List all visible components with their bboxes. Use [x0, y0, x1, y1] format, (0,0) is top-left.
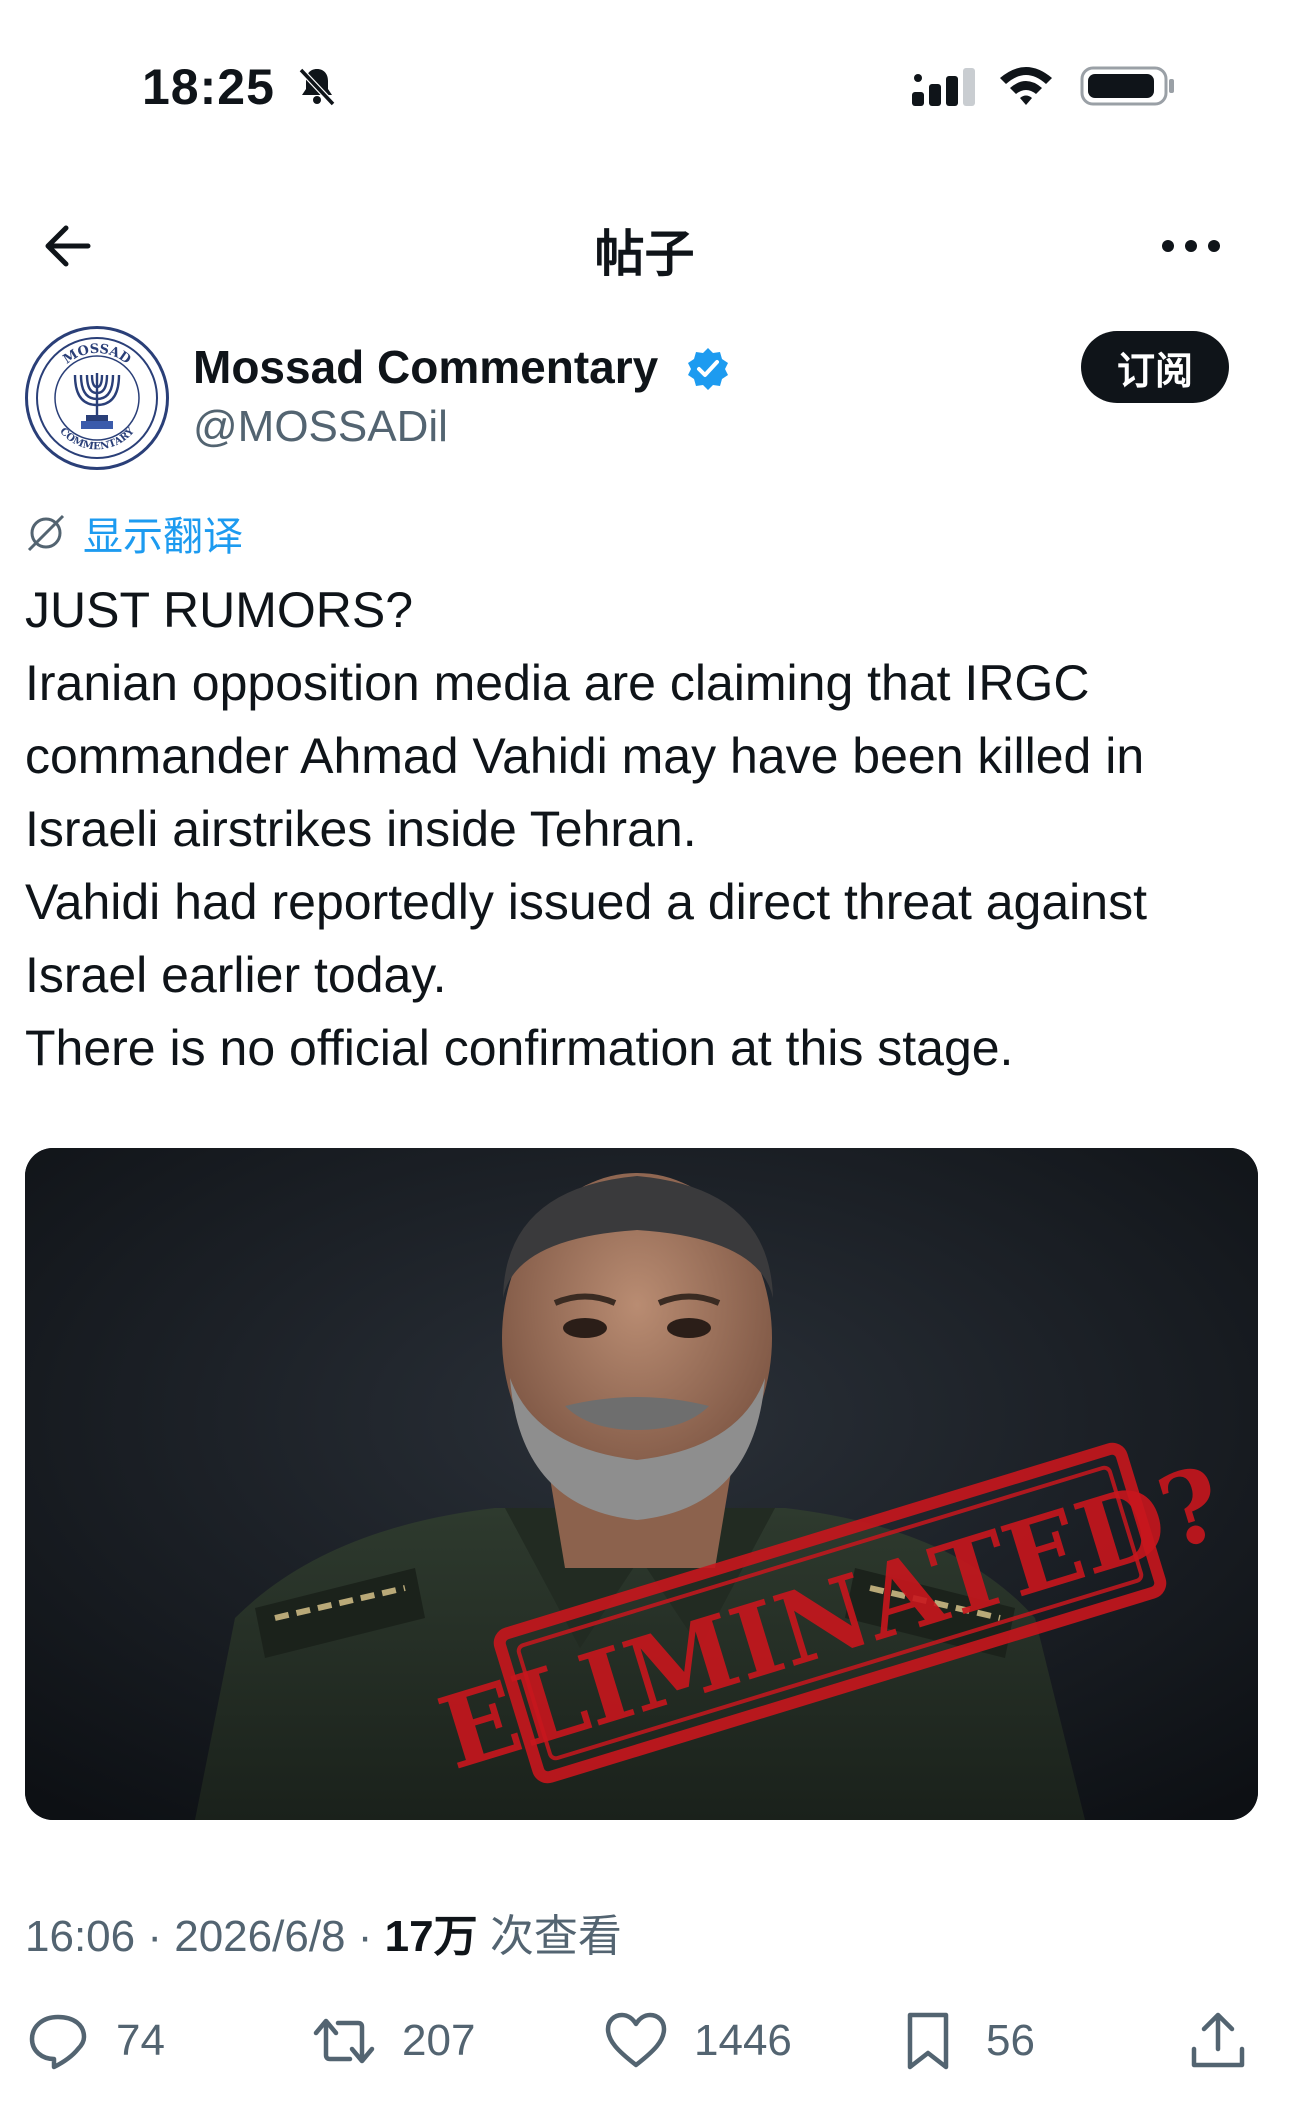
author-display-name[interactable]: Mossad Commentary: [193, 340, 658, 394]
views-label: 次查看: [489, 1912, 622, 1961]
reply-icon: [29, 2014, 87, 2070]
status-bar: 18:25: [0, 0, 1289, 170]
post-line: JUST RUMORS?: [25, 582, 414, 638]
reply-button[interactable]: 74: [26, 2006, 165, 2076]
bookmark-count: 56: [986, 2016, 1035, 2065]
repost-icon: [313, 2018, 375, 2064]
meta-separator: ·: [357, 1912, 373, 1961]
post-text: JUST RUMORS? Iranian opposition media ar…: [25, 574, 1270, 1085]
portrait-photo: ELIMINATED?: [25, 1148, 1258, 1820]
post-meta: 16:06 · 2026/6/8 · 17万 次查看: [25, 1900, 622, 1964]
page-title: 帖子: [594, 226, 695, 282]
post-line: Israeli airstrikes inside Tehran.: [25, 801, 697, 857]
cellular-signal-icon: [912, 68, 975, 106]
like-button[interactable]: 1446: [604, 2006, 792, 2076]
post-line: Iranian opposition media are claiming th…: [25, 655, 1090, 711]
author-header: MOSSAD COMMENTARY Mossad Commentary @MOS…: [0, 320, 1289, 470]
like-count: 1446: [694, 2016, 792, 2065]
reply-count: 74: [116, 2016, 165, 2065]
heart-icon: [605, 2012, 667, 2068]
post-line: commander Ahmad Vahidi may have been kil…: [25, 728, 1145, 784]
repost-button[interactable]: 207: [312, 2006, 475, 2076]
bookmark-icon: [907, 2012, 949, 2070]
battery-icon: [1080, 66, 1174, 106]
bookmark-button[interactable]: 56: [896, 2006, 1035, 2076]
show-translation-label: 显示翻译: [83, 515, 243, 559]
avatar-text-top: MOSSAD: [61, 342, 134, 368]
mossad-logo-icon: MOSSAD COMMENTARY: [36, 337, 158, 459]
post-image[interactable]: ELIMINATED?: [25, 1148, 1258, 1820]
repost-count: 207: [402, 2016, 476, 2065]
status-time: 18:25: [142, 59, 275, 115]
action-bar: 74 207 1446 56: [0, 1990, 1289, 2090]
avatar[interactable]: MOSSAD COMMENTARY: [25, 326, 169, 470]
views-count[interactable]: 17万: [385, 1912, 478, 1961]
nav-bar: 帖子: [0, 200, 1289, 290]
show-translation-link[interactable]: 显示翻译: [25, 505, 243, 561]
post-line: Vahidi had reportedly issued a direct th…: [25, 874, 1147, 930]
bell-muted-icon: [298, 67, 336, 107]
share-icon: [1191, 2012, 1245, 2068]
meta-separator: ·: [147, 1912, 162, 1961]
share-button[interactable]: [1186, 2006, 1250, 2076]
post-line: There is no official confirmation at thi…: [25, 1020, 1014, 1076]
post-time: 16:06: [25, 1912, 136, 1961]
post-line: Israel earlier today.: [25, 947, 447, 1003]
subscribe-button[interactable]: 订阅: [1081, 331, 1229, 403]
verified-badge-icon: [688, 348, 728, 390]
more-options-icon[interactable]: [1158, 228, 1224, 264]
post-date: 2026/6/8: [174, 1912, 346, 1961]
wifi-icon: [1000, 67, 1052, 105]
translate-globe-icon: [27, 514, 65, 552]
author-handle[interactable]: @MOSSADil: [193, 402, 448, 452]
